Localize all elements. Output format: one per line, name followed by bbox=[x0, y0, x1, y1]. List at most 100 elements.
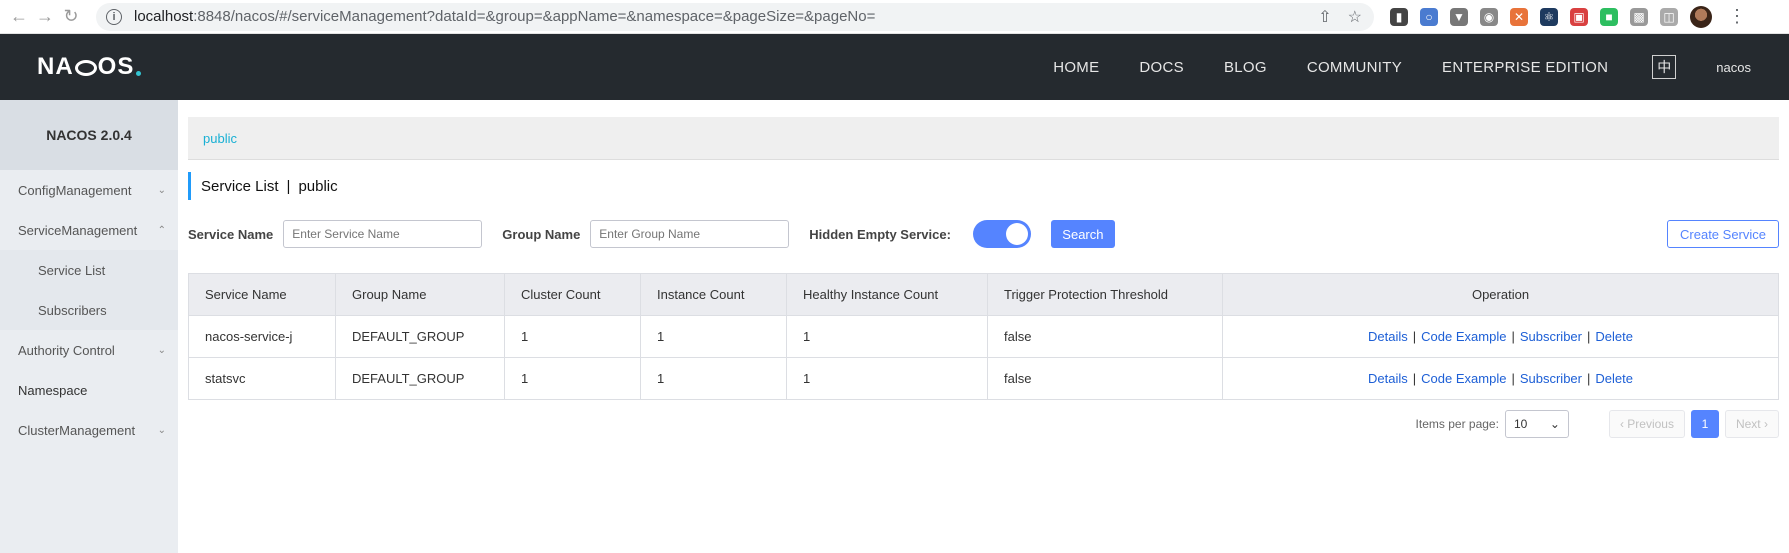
service-table: Service Name Group Name Cluster Count In… bbox=[188, 273, 1779, 400]
group-name-label: Group Name bbox=[502, 226, 581, 242]
healthy-instance-count-cell: 1 bbox=[786, 315, 988, 358]
details-link[interactable]: Details bbox=[1368, 329, 1408, 344]
main-content: public Service List | public Service Nam… bbox=[178, 100, 1789, 553]
site-info-icon[interactable]: i bbox=[106, 8, 122, 25]
subscriber-link[interactable]: Subscriber bbox=[1520, 371, 1582, 386]
pagination: Items per page: 10 ⌄ ‹ Previous 1 Next › bbox=[1416, 410, 1779, 438]
column-header: Group Name bbox=[335, 273, 505, 316]
chevron-down-icon: ⌄ bbox=[157, 424, 166, 436]
puzzle-icon[interactable]: ▩ bbox=[1630, 7, 1648, 26]
reload-icon[interactable]: ↻ bbox=[58, 4, 84, 30]
namespace-public-link[interactable]: public bbox=[203, 131, 237, 146]
sidebar-item-subscribers[interactable]: Subscribers bbox=[0, 290, 178, 330]
group-name-input[interactable] bbox=[590, 220, 790, 248]
details-link[interactable]: Details bbox=[1368, 371, 1408, 386]
sidebar-icon[interactable]: ◫ bbox=[1660, 7, 1678, 26]
column-header: Operation bbox=[1222, 273, 1779, 316]
extension-icon[interactable]: ○ bbox=[1420, 7, 1438, 26]
op-separator: | bbox=[1586, 371, 1591, 386]
title-separator: | bbox=[286, 177, 291, 195]
nav-blog[interactable]: BLOG bbox=[1224, 59, 1267, 76]
search-button[interactable]: Search bbox=[1050, 220, 1115, 248]
sidebar-item-label: ClusterManagement bbox=[18, 422, 136, 438]
delete-link[interactable]: Delete bbox=[1595, 329, 1633, 344]
healthy-instance-count-cell: 1 bbox=[786, 357, 988, 400]
chevron-left-icon: ‹ bbox=[1619, 417, 1628, 431]
nacos-logo[interactable]: NA OS bbox=[37, 53, 142, 81]
group-name-cell: DEFAULT_GROUP bbox=[335, 315, 505, 358]
column-header: Trigger Protection Threshold bbox=[987, 273, 1223, 316]
previous-page-button[interactable]: ‹ Previous bbox=[1608, 410, 1685, 438]
table-header-row: Service Name Group Name Cluster Count In… bbox=[188, 273, 1779, 316]
sidebar-item-label: Namespace bbox=[18, 382, 88, 398]
extension-icon[interactable]: ▼ bbox=[1450, 7, 1468, 26]
page-title-namespace: public bbox=[298, 177, 338, 195]
extension-icon[interactable]: ▮ bbox=[1390, 7, 1408, 26]
items-per-page-select[interactable]: 10 ⌄ bbox=[1504, 410, 1569, 438]
sidebar-item-config-management[interactable]: ConfigManagement ⌄ bbox=[0, 170, 178, 210]
group-name-cell: DEFAULT_GROUP bbox=[335, 357, 505, 400]
next-page-button[interactable]: Next › bbox=[1724, 410, 1779, 438]
trigger-threshold-cell: false bbox=[987, 315, 1223, 358]
cluster-count-cell: 1 bbox=[504, 315, 641, 358]
evernote-icon[interactable]: ■ bbox=[1600, 7, 1618, 26]
code-example-link[interactable]: Code Example bbox=[1421, 371, 1506, 386]
operation-cell: Details | Code Example | Subscriber | Delete bbox=[1222, 315, 1779, 358]
current-page-button[interactable]: 1 bbox=[1690, 410, 1719, 438]
address-bar[interactable]: i localhost:8848/nacos/#/serviceManageme… bbox=[96, 2, 1374, 31]
forward-arrow-icon[interactable]: → bbox=[32, 4, 58, 30]
sidebar-item-label: Subscribers bbox=[38, 302, 107, 318]
nav-enterprise-edition[interactable]: ENTERPRISE EDITION bbox=[1442, 59, 1608, 76]
table-row: statsvc DEFAULT_GROUP 1 1 1 false Detail… bbox=[188, 357, 1779, 400]
items-per-page-value: 10 bbox=[1513, 417, 1528, 431]
sidebar-item-authority-control[interactable]: Authority Control ⌄ bbox=[0, 330, 178, 370]
top-navigation: NA OS HOME DOCS BLOG COMMUNITY ENTERPRISE… bbox=[0, 34, 1789, 100]
code-example-link[interactable]: Code Example bbox=[1421, 329, 1506, 344]
sidebar-item-namespace[interactable]: Namespace bbox=[0, 370, 178, 410]
chevron-right-icon: › bbox=[1760, 417, 1768, 431]
next-label: Next bbox=[1735, 417, 1761, 431]
service-name-cell: nacos-service-j bbox=[188, 315, 336, 358]
sidebar-item-service-list[interactable]: Service List bbox=[0, 250, 178, 290]
sidebar: NACOS 2.0.4 ConfigManagement ⌄ ServiceMa… bbox=[0, 100, 178, 553]
operation-cell: Details | Code Example | Subscriber | Delete bbox=[1222, 357, 1779, 400]
op-separator: | bbox=[1511, 371, 1515, 386]
op-separator: | bbox=[1511, 329, 1515, 344]
sidebar-item-service-management[interactable]: ServiceManagement ⌃ bbox=[0, 210, 178, 250]
delete-link[interactable]: Delete bbox=[1595, 371, 1633, 386]
browser-toolbar: ← → ↻ i localhost:8848/nacos/#/serviceMa… bbox=[0, 0, 1789, 34]
service-name-cell: statsvc bbox=[188, 357, 336, 400]
url-path: :8848/nacos/#/serviceManagement?dataId=&… bbox=[193, 8, 876, 25]
op-separator: | bbox=[1412, 329, 1417, 344]
nav-home[interactable]: HOME bbox=[1053, 59, 1099, 76]
namespace-bar: public bbox=[188, 117, 1779, 160]
extension-icon[interactable]: ✕ bbox=[1510, 7, 1528, 26]
back-arrow-icon[interactable]: ← bbox=[6, 4, 32, 30]
chevron-down-icon: ⌄ bbox=[157, 184, 166, 196]
bookmark-star-icon[interactable]: ☆ bbox=[1348, 7, 1362, 27]
create-service-button[interactable]: Create Service bbox=[1667, 220, 1779, 248]
subscriber-link[interactable]: Subscriber bbox=[1520, 329, 1582, 344]
more-menu-icon[interactable]: ⋮ bbox=[1728, 6, 1746, 27]
previous-label: Previous bbox=[1627, 417, 1674, 431]
camera-icon[interactable]: ◉ bbox=[1480, 7, 1498, 26]
sidebar-item-label: ServiceManagement bbox=[18, 222, 138, 238]
nav-docs[interactable]: DOCS bbox=[1139, 59, 1184, 76]
sidebar-item-label: ConfigManagement bbox=[18, 182, 132, 198]
service-name-input[interactable] bbox=[283, 220, 483, 248]
cluster-count-cell: 1 bbox=[504, 357, 641, 400]
user-menu[interactable]: nacos bbox=[1716, 60, 1751, 75]
nav-community[interactable]: COMMUNITY bbox=[1307, 59, 1402, 76]
language-switch-button[interactable]: 中 bbox=[1652, 55, 1677, 79]
sidebar-item-cluster-management[interactable]: ClusterManagement ⌄ bbox=[0, 410, 178, 450]
share-icon[interactable]: ⇧ bbox=[1318, 7, 1331, 27]
profile-avatar[interactable] bbox=[1690, 5, 1712, 28]
hidden-empty-service-toggle[interactable] bbox=[972, 220, 1031, 248]
chevron-down-icon: ⌄ bbox=[157, 344, 166, 356]
extension-icon[interactable]: ▣ bbox=[1570, 7, 1588, 26]
column-header: Cluster Count bbox=[504, 273, 641, 316]
sidebar-item-label: Service List bbox=[38, 262, 106, 278]
chevron-down-icon: ⌄ bbox=[1549, 417, 1560, 431]
page-title-text: Service List bbox=[201, 177, 279, 195]
react-devtools-icon[interactable]: ⚛ bbox=[1540, 7, 1558, 26]
